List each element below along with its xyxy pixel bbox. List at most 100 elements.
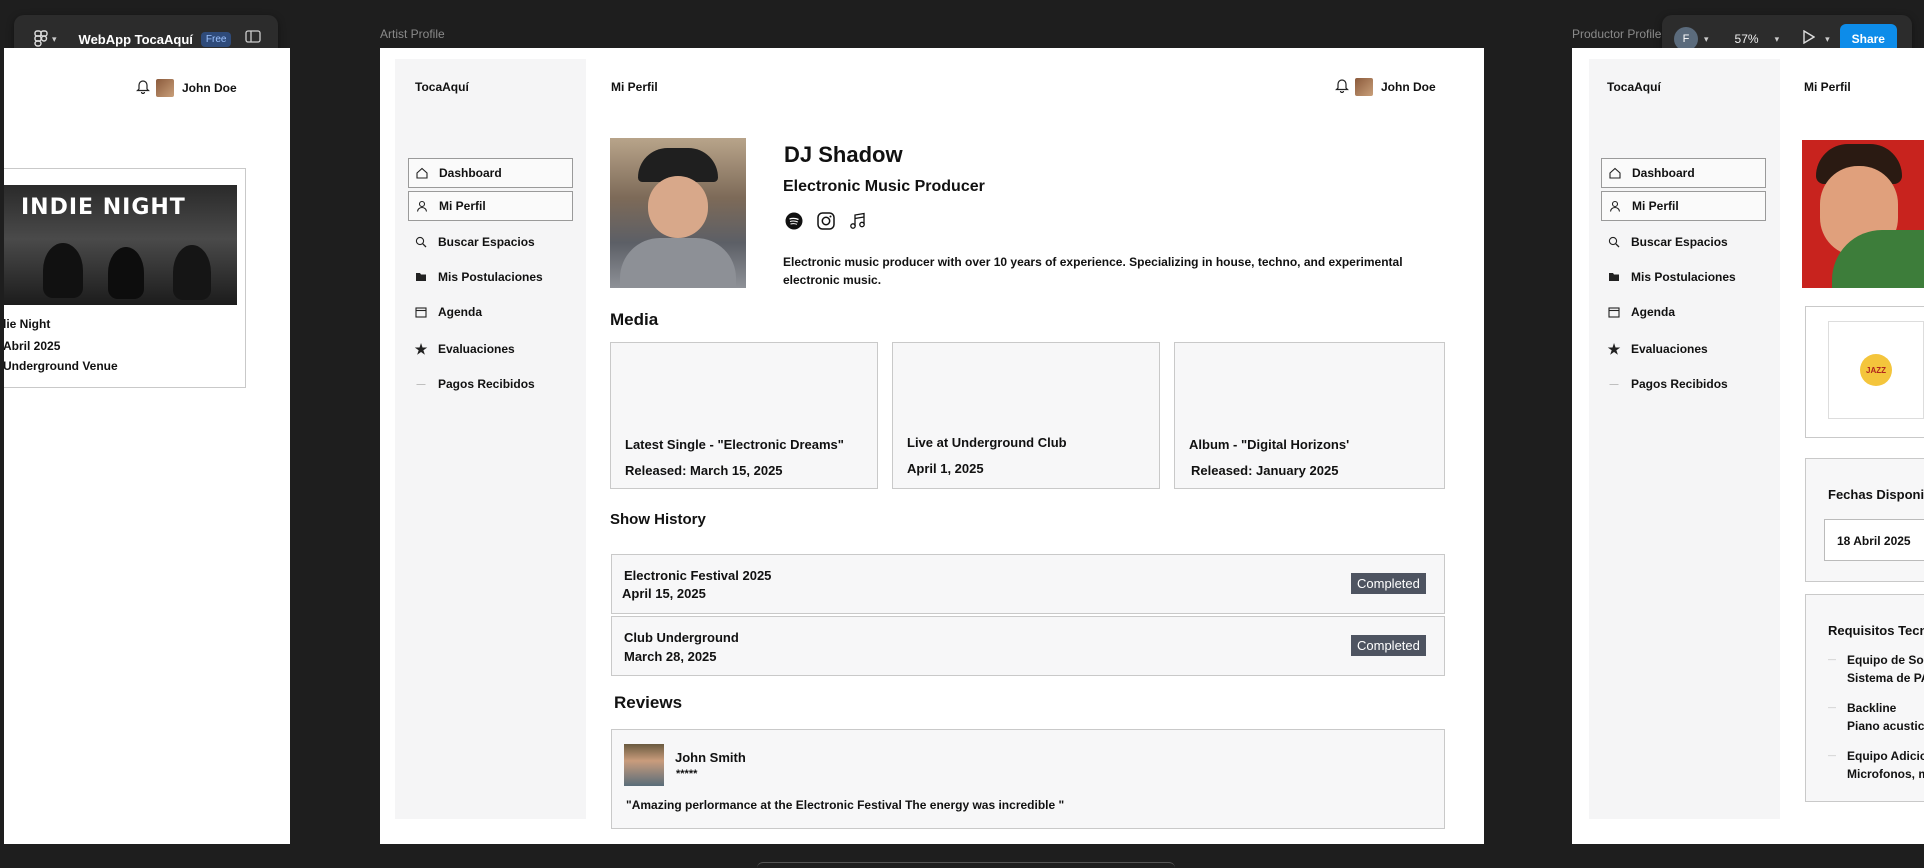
- sidebar-item-buscar-espacios[interactable]: Buscar Espacios: [1601, 227, 1766, 257]
- bullet-icon: —: [1828, 655, 1836, 664]
- home-icon: [415, 166, 429, 180]
- frame-label-artist[interactable]: Artist Profile: [380, 27, 445, 41]
- sidebar-item-evaluaciones[interactable]: ★ Evaluaciones: [1601, 334, 1766, 364]
- tech-requirements-card: Requisitos Tecni — Equipo de So Sistema …: [1805, 594, 1924, 802]
- date-chip[interactable]: 18 Abril 2025: [1824, 519, 1924, 561]
- status-badge: Completed: [1351, 573, 1426, 594]
- payment-icon: —: [416, 379, 426, 389]
- sidebar-item-dashboard[interactable]: Dashboard: [1601, 158, 1766, 188]
- sidebar-item-mis-postulaciones[interactable]: Mis Postulaciones: [1601, 262, 1766, 292]
- status-badge: Completed: [1351, 635, 1426, 656]
- sidebar-item-agenda[interactable]: Agenda: [408, 297, 573, 327]
- brand-logo[interactable]: TocaAquí: [1607, 80, 1661, 94]
- profile-photo: [610, 138, 746, 288]
- sidebar-item-mi-perfil[interactable]: Mi Perfil: [1601, 191, 1766, 221]
- user-name: John Doe: [1381, 79, 1436, 94]
- show-row[interactable]: Electronic Festival 2025 April 15, 2025 …: [611, 554, 1445, 614]
- show-row[interactable]: Club Underground March 28, 2025 Complete…: [611, 616, 1445, 676]
- chevron-down-icon[interactable]: ▾: [1775, 34, 1780, 45]
- sidebar-item-buscar-espacios[interactable]: Buscar Espacios: [408, 227, 573, 257]
- media-title: Album - "Digital Horizons': [1189, 437, 1350, 452]
- user-menu[interactable]: John Doe: [1335, 77, 1436, 96]
- artist-bio-line2: electronic music.: [783, 273, 882, 287]
- requirement-detail: Microfonos, m: [1847, 767, 1924, 781]
- review-rating: *****: [676, 768, 698, 780]
- sidebar-item-label: Agenda: [1631, 305, 1676, 319]
- sidebar: TocaAquí Dashboard Mi Perfil Buscar Espa…: [395, 59, 586, 819]
- sidebar-item-pagos-recibidos[interactable]: — Pagos Recibidos: [1601, 369, 1766, 399]
- chevron-down-icon[interactable]: ▾: [52, 34, 57, 45]
- media-title: Live at Underground Club: [907, 435, 1067, 450]
- chevron-down-icon[interactable]: ▾: [1825, 34, 1830, 45]
- sidebar-item-pagos-recibidos[interactable]: — Pagos Recibidos: [408, 369, 573, 399]
- show-name: Club Underground: [624, 630, 739, 645]
- event-name: lie Night: [4, 317, 51, 331]
- sidebar-item-label: Mis Postulaciones: [438, 270, 543, 284]
- requirement-title: Backline: [1847, 701, 1897, 715]
- requirement-title: Equipo de So: [1847, 653, 1924, 667]
- bottom-toolbar-edge: [757, 862, 1175, 868]
- dates-heading: Fechas Disponib: [1828, 487, 1924, 502]
- page-title: Mi Perfil: [611, 80, 658, 94]
- sidebar-item-dashboard[interactable]: Dashboard: [408, 158, 573, 188]
- media-card[interactable]: Album - "Digital Horizons' Released: Jan…: [1174, 342, 1445, 489]
- bell-icon[interactable]: [1335, 77, 1349, 96]
- media-card[interactable]: Live at Underground Club April 1, 2025: [892, 342, 1160, 489]
- sidebar-item-label: Pagos Recibidos: [438, 377, 535, 391]
- poster-figure: [173, 245, 211, 300]
- sidebar-item-evaluaciones[interactable]: ★ Evaluaciones: [408, 334, 573, 364]
- media-subtitle: April 1, 2025: [907, 461, 984, 476]
- payment-icon: —: [1609, 379, 1619, 389]
- event-card[interactable]: INDIE NIGHT lie Night Abril 2025 Undergr…: [4, 168, 246, 388]
- sidebar-item-label: Buscar Espacios: [438, 235, 535, 249]
- sidebar-item-label: Mi Perfil: [439, 199, 486, 213]
- requirement-title: Equipo Adicic: [1847, 749, 1924, 763]
- reviewer-avatar: [624, 744, 664, 786]
- show-name: Electronic Festival 2025: [624, 568, 772, 583]
- instagram-icon[interactable]: [817, 212, 835, 235]
- spotify-icon[interactable]: [785, 212, 803, 235]
- frame-label-productor[interactable]: Productor Profile: [1572, 27, 1661, 41]
- star-icon: ★: [1607, 340, 1621, 357]
- music-note-icon[interactable]: [849, 212, 867, 235]
- user-icon: [1608, 199, 1622, 213]
- venue-logo: JAZZ: [1828, 321, 1924, 419]
- sidebar-item-label: Dashboard: [439, 166, 502, 180]
- media-title: Latest Single - "Electronic Dreams": [625, 437, 844, 452]
- show-history-heading: Show History: [610, 511, 706, 528]
- sidebar-item-mis-postulaciones[interactable]: Mis Postulaciones: [408, 262, 573, 292]
- poster-title: INDIE NIGHT: [21, 195, 186, 220]
- media-subtitle: Released: March 15, 2025: [625, 463, 783, 478]
- event-date: Abril 2025: [4, 339, 61, 353]
- sidebar-item-mi-perfil[interactable]: Mi Perfil: [408, 191, 573, 221]
- sidebar-item-agenda[interactable]: Agenda: [1601, 297, 1766, 327]
- search-icon: [414, 235, 428, 249]
- left-frame: John Doe INDIE NIGHT lie Night Abril 202…: [4, 48, 290, 844]
- file-title[interactable]: WebApp TocaAquí: [79, 32, 193, 47]
- sidebar-item-label: Evaluaciones: [1631, 342, 1708, 356]
- sidebar-item-label: Mi Perfil: [1632, 199, 1679, 213]
- zoom-level[interactable]: 57%: [1735, 32, 1759, 46]
- reviewer-name: John Smith: [675, 750, 746, 765]
- bell-icon[interactable]: [136, 78, 150, 97]
- folder-icon: [414, 270, 428, 284]
- page-title: Mi Perfil: [1804, 80, 1851, 94]
- reviews-heading: Reviews: [614, 693, 683, 712]
- requirement-detail: Sistema de PA: [1847, 671, 1924, 685]
- media-card[interactable]: Latest Single - "Electronic Dreams" Rele…: [610, 342, 878, 489]
- artist-profile-frame: TocaAquí Dashboard Mi Perfil Buscar Espa…: [380, 48, 1484, 844]
- brand-logo[interactable]: TocaAquí: [415, 80, 469, 94]
- artist-name: DJ Shadow: [784, 142, 903, 167]
- productor-profile-frame: TocaAquí Dashboard Mi Perfil Buscar Espa…: [1572, 48, 1924, 844]
- artist-bio-line1: Electronic music producer with over 10 y…: [783, 255, 1403, 269]
- sidebar-toggle-icon[interactable]: [245, 30, 262, 48]
- media-heading: Media: [610, 310, 659, 329]
- play-icon[interactable]: [1803, 29, 1816, 49]
- bullet-icon: —: [1828, 703, 1836, 712]
- user-menu[interactable]: John Doe: [136, 78, 237, 97]
- artist-role: Electronic Music Producer: [783, 178, 985, 195]
- avatar: [1355, 77, 1373, 96]
- profile-photo: [1802, 140, 1924, 288]
- chevron-down-icon[interactable]: ▾: [1704, 34, 1709, 45]
- available-dates-card: Fechas Disponib 18 Abril 2025: [1805, 458, 1924, 582]
